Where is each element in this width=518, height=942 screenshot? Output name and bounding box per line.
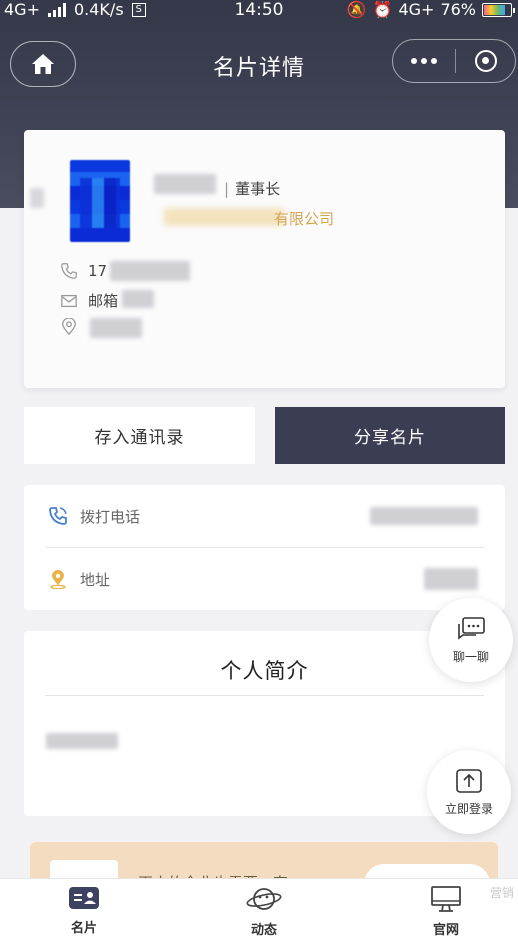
planet-icon xyxy=(246,888,282,910)
name-divider: | xyxy=(224,180,230,198)
share-card-button[interactable]: 分享名片 xyxy=(275,407,505,464)
network-right: 4G+ xyxy=(398,0,435,19)
upload-icon xyxy=(456,768,482,793)
redacted-phone xyxy=(110,261,190,281)
status-bar: 4G+ 0.4K/s S 14:50 🔕 ⏰ 4G+ 76% xyxy=(0,0,518,22)
redacted-mark xyxy=(30,188,44,208)
call-label: 拨打电话 xyxy=(80,507,141,526)
redacted-company xyxy=(164,208,284,226)
phone-icon xyxy=(61,263,77,279)
address-row xyxy=(60,318,88,336)
contact-info-list: 拨打电话 地址 xyxy=(24,485,505,610)
phone-row: 17 xyxy=(60,262,107,280)
close-mini-program-button[interactable] xyxy=(456,40,515,82)
mini-program-capsule xyxy=(392,39,516,83)
redacted-email xyxy=(122,290,154,308)
redacted-address-value xyxy=(424,568,478,590)
redacted-intro-text xyxy=(46,733,118,749)
battery-icon xyxy=(482,2,515,17)
more-button[interactable] xyxy=(393,40,455,82)
save-contact-button[interactable]: 存入通讯录 xyxy=(24,407,255,464)
intro-divider xyxy=(45,695,484,696)
phone-prefix: 17 xyxy=(88,262,108,280)
login-button[interactable]: 立即登录 xyxy=(427,750,511,834)
chat-label: 聊一聊 xyxy=(452,649,489,664)
tab-label-card: 名片 xyxy=(70,921,97,936)
avatar xyxy=(70,160,130,242)
address-label: 地址 xyxy=(80,570,111,589)
tab-card[interactable]: 名片 xyxy=(34,885,134,936)
address-info-row[interactable]: 地址 xyxy=(24,548,505,610)
redacted-address xyxy=(90,318,142,338)
alarm-icon: ⏰ xyxy=(372,0,393,19)
email-row: 邮箱 xyxy=(60,290,118,311)
monitor-icon xyxy=(431,886,461,912)
login-label: 立即登录 xyxy=(444,801,493,816)
business-card: | 董事长 有限公司 17 邮箱 xyxy=(24,130,505,388)
address-pin-icon xyxy=(50,570,66,589)
location-icon xyxy=(62,318,76,336)
tab-label-feed: 动态 xyxy=(250,923,277,938)
battery-percent: 76% xyxy=(440,0,476,19)
chat-icon xyxy=(458,616,485,640)
card-icon xyxy=(69,887,99,909)
mail-icon xyxy=(61,294,77,307)
name-title-row: | 董事长 xyxy=(224,178,280,199)
mute-icon: 🔕 xyxy=(346,0,367,19)
tab-feed[interactable]: 动态 xyxy=(214,885,314,938)
redacted-name xyxy=(154,174,216,194)
bottom-tab-bar: 名片 动态 官网 xyxy=(0,878,518,942)
redacted-call-number xyxy=(370,507,478,525)
tab-website[interactable]: 官网 xyxy=(396,885,496,938)
chat-button[interactable]: 聊一聊 xyxy=(429,598,513,682)
call-row[interactable]: 拨打电话 xyxy=(24,485,505,547)
battery-level xyxy=(484,4,506,15)
target-icon xyxy=(474,50,497,72)
watermark: 营销 xyxy=(489,886,514,900)
call-icon xyxy=(49,507,67,525)
job-title: 董事长 xyxy=(235,180,281,198)
tab-label-website: 官网 xyxy=(432,923,459,938)
email-prefix: 邮箱 xyxy=(88,292,119,310)
company-name: 有限公司 xyxy=(274,210,335,228)
